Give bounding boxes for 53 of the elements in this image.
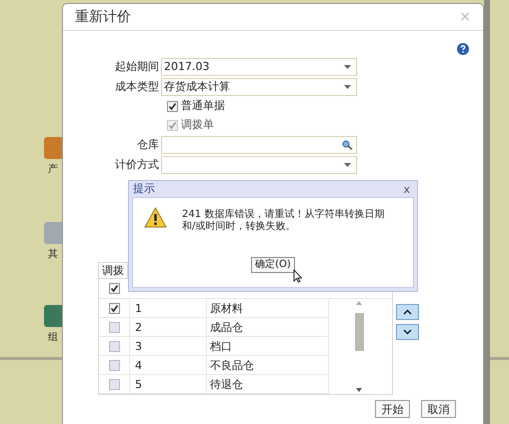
scroll-up-arrow-icon[interactable] xyxy=(356,301,362,305)
scroll-down-arrow-icon[interactable] xyxy=(356,388,362,392)
table-cell: 3 xyxy=(130,337,207,355)
dialog-title: 重新计价 xyxy=(75,8,131,26)
desktop-icon-label: 其 xyxy=(48,248,58,262)
checkbox-label: 普通单据 xyxy=(181,98,225,114)
search-icon[interactable] xyxy=(342,140,353,150)
field-value: 存货成本计算 xyxy=(164,80,230,93)
warning-icon xyxy=(144,207,167,228)
field-value: 2017.03 xyxy=(164,60,210,73)
caret-icon xyxy=(344,163,351,167)
chevron-up-icon xyxy=(403,309,412,315)
dialog-button[interactable]: 开始 xyxy=(375,400,410,418)
table-cell: 档口 xyxy=(207,337,329,355)
caret-icon xyxy=(344,85,351,89)
checkbox-label: 调拨单 xyxy=(181,117,214,134)
checked-checkbox[interactable] xyxy=(109,283,120,294)
move-up-button[interactable] xyxy=(396,304,419,320)
table-cell: 1 xyxy=(130,299,207,317)
field-label: 成本类型 xyxy=(115,80,159,93)
table-cell: 2 xyxy=(130,318,207,336)
dropdown-field[interactable]: 存货成本计算 xyxy=(161,78,357,96)
checkbox[interactable] xyxy=(108,340,120,352)
scrollbar[interactable] xyxy=(354,299,364,394)
table-cell: 4 xyxy=(130,356,207,374)
checked-checkbox[interactable] xyxy=(167,101,178,112)
table-cell: 不良品仓 xyxy=(207,356,329,374)
checkbox[interactable] xyxy=(108,360,120,370)
checked-checkbox[interactable] xyxy=(108,302,120,314)
error-message: 241 数据库错误，请重试！从字符串转换日期和/或时间时，转换失败。 xyxy=(182,208,386,233)
help-icon[interactable] xyxy=(457,43,469,55)
caret-icon xyxy=(344,65,351,69)
cursor-icon xyxy=(293,269,303,283)
checkbox[interactable] xyxy=(108,378,120,390)
field-label: 计价方式 xyxy=(115,158,159,171)
desktop-icon-label: 组 xyxy=(48,331,58,345)
table-cell: 待退仓 xyxy=(207,375,329,393)
move-down-button[interactable] xyxy=(396,324,419,340)
field-label: 起始期间 xyxy=(115,60,159,73)
table-cell: 成品仓 xyxy=(207,318,329,336)
table-cell: 5 xyxy=(130,375,207,393)
lookup-field[interactable] xyxy=(161,136,357,154)
checkbox[interactable] xyxy=(108,322,120,332)
dropdown-field[interactable]: 2017.03 xyxy=(161,58,357,76)
table-cell: 原材料 xyxy=(207,299,329,317)
chevron-down-icon xyxy=(403,329,412,335)
close-button[interactable]: x xyxy=(403,184,413,194)
ok-button[interactable]: 确定(O) xyxy=(251,257,295,273)
desktop-icon-label: 产 xyxy=(48,162,58,177)
message-box-title: 提示 xyxy=(133,180,155,197)
dropdown-field[interactable] xyxy=(161,156,357,174)
dialog-button[interactable]: 取消 xyxy=(421,400,456,418)
field-label: 仓库 xyxy=(137,138,159,151)
